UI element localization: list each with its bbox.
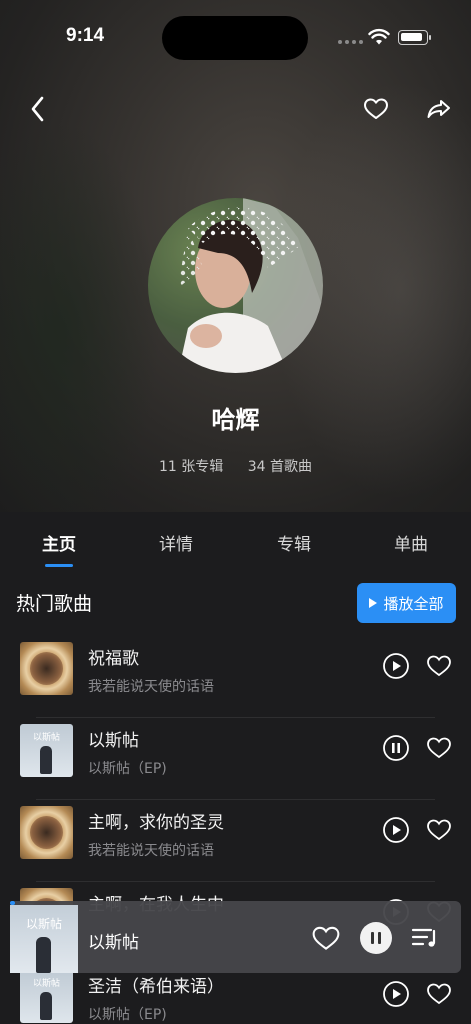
section-title: 热门歌曲 [16,593,93,615]
song-row[interactable]: 祝福歌 我若能说天使的话语 [0,636,471,718]
tab-singles[interactable]: 单曲 [366,530,456,555]
playlist-icon [411,928,436,947]
cover-title: 以斯帖 [32,979,60,989]
heart-icon [312,926,340,950]
album-cover [20,642,73,695]
album-cover: 以斯帖 [20,970,73,1023]
back-icon [31,96,44,122]
favorite-song-button[interactable] [425,652,453,680]
favorite-artist-button[interactable] [358,91,394,127]
favorite-song-button[interactable] [425,816,453,844]
cover-title: 以斯帖 [25,917,62,931]
now-playing-title: 以斯帖 [88,933,139,953]
share-button[interactable] [421,91,457,127]
heart-icon [427,655,451,677]
favorite-now-playing-button[interactable] [310,923,342,953]
artist-avatar [148,198,323,373]
playback-progress [10,901,15,905]
tab-indicator [45,564,73,567]
play-song-button[interactable] [382,816,410,844]
play-circle-icon [383,981,409,1007]
song-row[interactable]: 主啊，求你的圣灵 我若能说天使的话语 [0,800,471,882]
status-time: 9:14 [66,25,105,46]
album-cover [20,806,73,859]
song-album: 我若能说天使的话语 [88,679,214,695]
pause-song-button[interactable] [382,734,410,762]
favorite-song-button[interactable] [425,980,453,1008]
share-icon [427,100,450,118]
mini-player[interactable]: 以斯帖 以斯帖 [10,901,461,973]
playlist-button[interactable] [410,925,440,951]
song-row[interactable]: 以斯帖 以斯帖 以斯帖（EP) [0,718,471,800]
tab-albums[interactable]: 专辑 [249,530,339,555]
heart-icon [427,983,451,1005]
pause-circle-icon [383,735,409,761]
tab-details[interactable]: 详情 [131,530,221,555]
cover-title: 以斯帖 [32,733,60,743]
song-title: 祝福歌 [88,649,139,669]
pause-button[interactable] [360,922,392,954]
play-song-button[interactable] [382,652,410,680]
song-title: 以斯帖 [88,731,139,751]
artist-name: 哈辉 [211,406,260,434]
battery-icon [398,30,431,45]
song-album: 以斯帖（EP) [88,1007,167,1023]
song-album: 以斯帖（EP) [88,761,167,777]
back-button[interactable] [20,91,56,127]
play-all-label: 播放全部 [383,594,444,613]
heart-icon [364,98,388,119]
signal-icon [338,40,363,44]
tab-bar: 主页 详情 专辑 单曲 [0,512,471,572]
tab-home[interactable]: 主页 [14,530,104,555]
album-cover: 以斯帖 [20,724,73,777]
song-title: 圣洁（希伯来语） [88,977,224,997]
artist-stats: 11 张专辑 34 首歌曲 [0,456,471,476]
song-title: 主啊，求你的圣灵 [88,813,224,833]
wifi-icon [368,28,390,45]
play-circle-icon [383,653,409,679]
song-album: 我若能说天使的话语 [88,843,214,859]
heart-icon [427,819,451,841]
dynamic-island [162,16,308,60]
play-song-button[interactable] [382,980,410,1008]
album-count[interactable]: 11 张专辑 [159,459,223,475]
status-bar: 9:14 [0,0,471,76]
now-playing-cover: 以斯帖 [10,905,78,973]
heart-icon [427,737,451,759]
play-circle-icon [383,817,409,843]
favorite-song-button[interactable] [425,734,453,762]
play-icon [369,598,378,608]
song-count[interactable]: 34 首歌曲 [248,459,312,475]
play-all-button[interactable]: 播放全部 [357,583,456,623]
pause-icon [360,922,392,954]
song-row[interactable]: 以斯帖 圣洁（希伯来语） 以斯帖（EP) [0,964,471,1024]
